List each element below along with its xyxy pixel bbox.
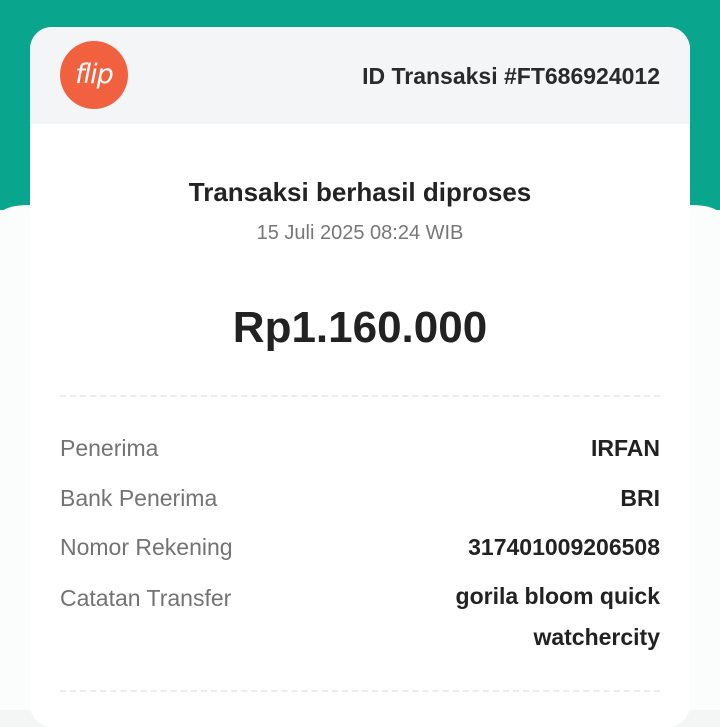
- recipient-value: IRFAN: [591, 435, 660, 461]
- dashed-divider: [60, 395, 660, 397]
- transaction-id: ID Transaksi #FT686924012: [362, 63, 660, 89]
- flip-logo-text: flip: [75, 58, 114, 90]
- transaction-receipt-card: flip ID Transaksi #FT686924012 Transaksi…: [30, 27, 690, 727]
- dashed-divider: [60, 690, 660, 692]
- recipient-label: Penerima: [60, 435, 159, 461]
- transaction-status-title: Transaksi berhasil diproses: [188, 177, 532, 207]
- flip-logo: flip: [60, 41, 128, 109]
- transfer-note-label: Catatan Transfer: [60, 585, 232, 611]
- transaction-date: 15 Juli 2025 08:24 WIB: [256, 222, 464, 244]
- recipient-bank-label: Bank Penerima: [60, 485, 218, 511]
- recipient-bank-value: BRI: [620, 485, 660, 511]
- account-number-label: Nomor Rekening: [60, 534, 233, 560]
- transfer-note-value: gorila bloom quick watchercity: [455, 583, 660, 650]
- transfer-amount: Rp1.160.000: [232, 303, 488, 352]
- account-number-value: 317401009206508: [468, 534, 660, 560]
- receipt-header: flip ID Transaksi #FT686924012: [30, 27, 690, 124]
